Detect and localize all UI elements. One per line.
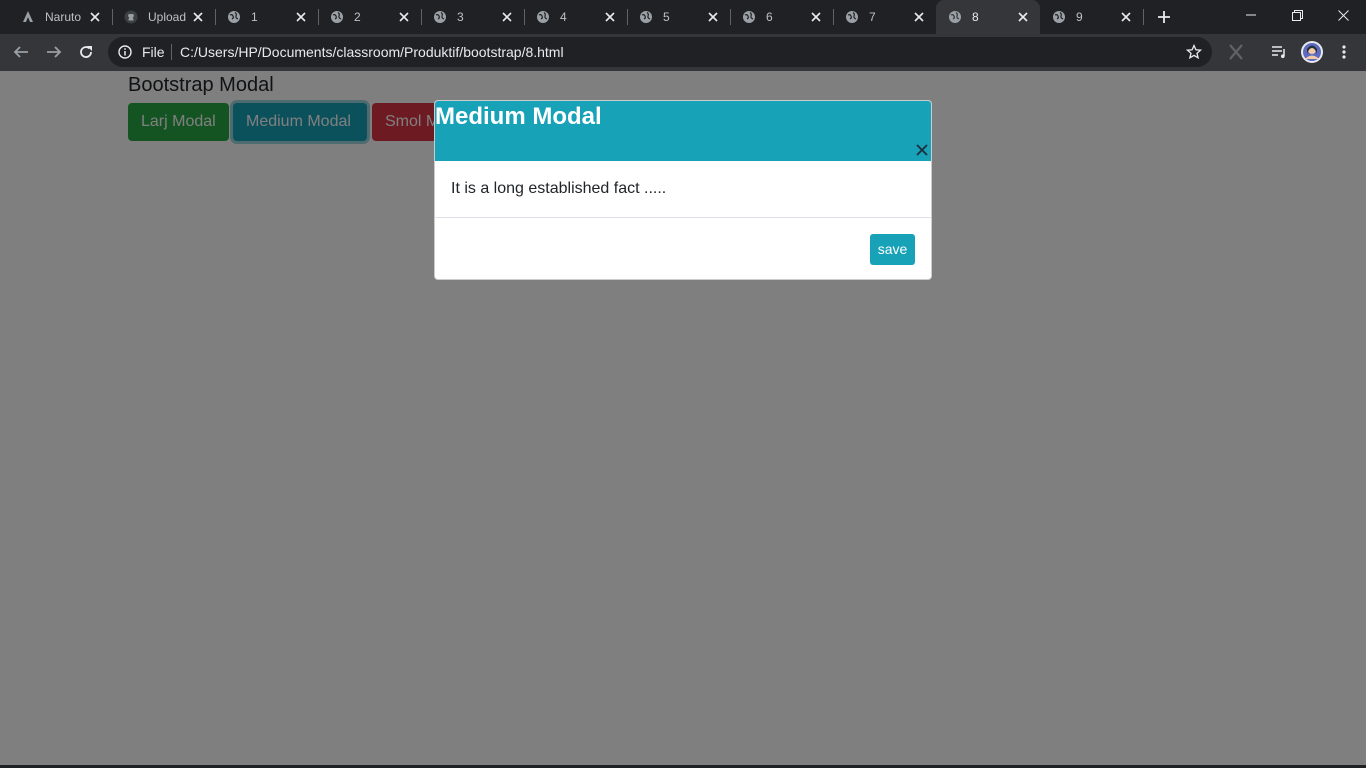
github-icon <box>124 10 138 24</box>
scheme-label: File <box>142 44 165 60</box>
browser-toolbar: File C:/Users/HP/Documents/classroom/Pro… <box>0 34 1366 71</box>
page-viewport: Bootstrap Modal Larj Modal Medium Modal … <box>0 71 1366 768</box>
tab-separator <box>1143 9 1144 25</box>
back-arrow-icon[interactable] <box>7 38 35 66</box>
tab-title: Naruto <box>45 10 82 24</box>
window-close-icon[interactable] <box>1320 0 1366 30</box>
reload-icon[interactable] <box>72 38 100 66</box>
extension-x-icon[interactable] <box>1222 38 1250 66</box>
media-queue-icon[interactable] <box>1265 38 1293 66</box>
tab-2[interactable]: 2 <box>318 0 422 34</box>
tab-title: 6 <box>766 10 773 24</box>
tab-title: 2 <box>354 10 361 24</box>
close-icon[interactable] <box>915 143 929 157</box>
close-tab-icon[interactable] <box>808 9 824 25</box>
tab-title: 1 <box>251 10 258 24</box>
tab-naruto[interactable]: Naruto <box>9 0 113 34</box>
restore-icon[interactable] <box>1274 0 1320 30</box>
close-tab-icon[interactable] <box>190 9 206 25</box>
tab-9[interactable]: 9 <box>1040 0 1144 34</box>
tab-5[interactable]: 5 <box>627 0 731 34</box>
close-tab-icon[interactable] <box>87 9 103 25</box>
tab-4[interactable]: 4 <box>524 0 628 34</box>
globe-icon <box>227 10 241 24</box>
close-tab-icon[interactable] <box>602 9 618 25</box>
tab-title: 3 <box>457 10 464 24</box>
tab-title: 7 <box>869 10 876 24</box>
tab-title: 9 <box>1076 10 1083 24</box>
close-tab-icon[interactable] <box>1015 9 1031 25</box>
globe-icon <box>845 10 859 24</box>
address-divider <box>171 44 172 60</box>
modal-header: Medium Modal <box>435 101 931 161</box>
url-text[interactable]: C:/Users/HP/Documents/classroom/Produkti… <box>180 44 564 60</box>
close-tab-icon[interactable] <box>293 9 309 25</box>
tab-title: 5 <box>663 10 670 24</box>
tab-upload[interactable]: Upload <box>112 0 216 34</box>
forward-arrow-icon[interactable] <box>40 38 68 66</box>
modal-body: It is a long established fact ..... <box>435 161 931 218</box>
tab-strip: Naruto Upload 1 2 3 4 5 6 7 8 9 <box>0 0 1366 34</box>
tab-title: 8 <box>972 10 979 24</box>
tab-7[interactable]: 7 <box>833 0 936 34</box>
tab-3[interactable]: 3 <box>421 0 525 34</box>
save-button[interactable]: save <box>870 234 915 265</box>
new-tab-plus-icon[interactable] <box>1152 5 1176 29</box>
globe-icon <box>948 10 962 24</box>
bookmark-star-icon[interactable] <box>1185 43 1203 60</box>
tab-1[interactable]: 1 <box>215 0 319 34</box>
tab-6[interactable]: 6 <box>730 0 834 34</box>
address-bar[interactable]: File C:/Users/HP/Documents/classroom/Pro… <box>108 37 1212 67</box>
tab-8-active[interactable]: 8 <box>936 0 1040 34</box>
more-menu-icon[interactable] <box>1330 38 1358 66</box>
globe-icon <box>742 10 756 24</box>
tab-title: Upload <box>148 10 187 24</box>
globe-icon <box>536 10 550 24</box>
globe-icon <box>433 10 447 24</box>
medium-modal-dialog: Medium Modal It is a long established fa… <box>434 100 932 280</box>
close-tab-icon[interactable] <box>911 9 927 25</box>
globe-icon <box>330 10 344 24</box>
globe-icon <box>639 10 653 24</box>
close-tab-icon[interactable] <box>705 9 721 25</box>
close-tab-icon[interactable] <box>1118 9 1134 25</box>
info-icon[interactable] <box>118 45 132 59</box>
tab-title: 4 <box>560 10 567 24</box>
close-tab-icon[interactable] <box>499 9 515 25</box>
naruto-icon <box>21 10 35 24</box>
close-tab-icon[interactable] <box>396 9 412 25</box>
profile-avatar[interactable] <box>1298 38 1326 66</box>
modal-body-text: It is a long established fact ..... <box>451 180 667 197</box>
globe-icon <box>1052 10 1066 24</box>
modal-title: Medium Modal <box>435 103 602 130</box>
minimize-icon[interactable] <box>1228 0 1274 30</box>
